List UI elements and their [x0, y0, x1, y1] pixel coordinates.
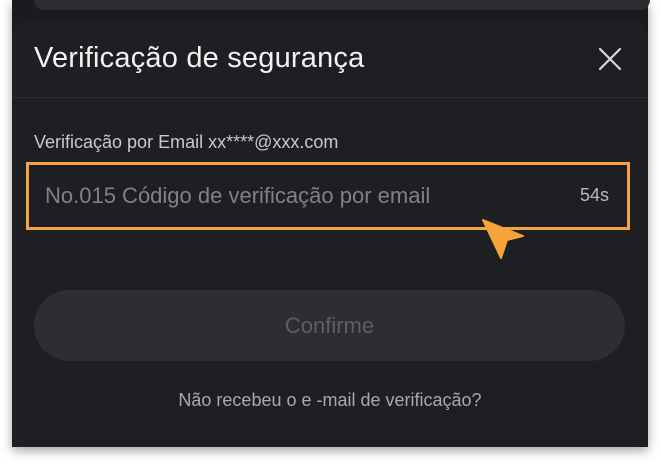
email-verification-label: Verificação por Email xx****@xxx.com [34, 132, 339, 152]
screen: Verificação de segurança Verificação por… [0, 0, 661, 467]
resend-email-link[interactable]: Não recebeu o e -mail de verificação? [12, 390, 648, 411]
email-code-field: 54s [26, 162, 630, 230]
pointer-cursor-icon [482, 219, 524, 259]
dialog-header: Verificação de segurança [12, 22, 648, 98]
email-code-input[interactable] [35, 168, 525, 224]
dialog-title: Verificação de segurança [34, 42, 365, 74]
background-panel-edge [34, 0, 650, 10]
close-icon [598, 47, 622, 71]
resend-countdown: 54s [579, 185, 609, 205]
confirm-button[interactable]: Confirme [34, 290, 625, 361]
security-verification-dialog: Verificação de segurança Verificação por… [12, 22, 648, 447]
close-button[interactable] [595, 44, 625, 74]
